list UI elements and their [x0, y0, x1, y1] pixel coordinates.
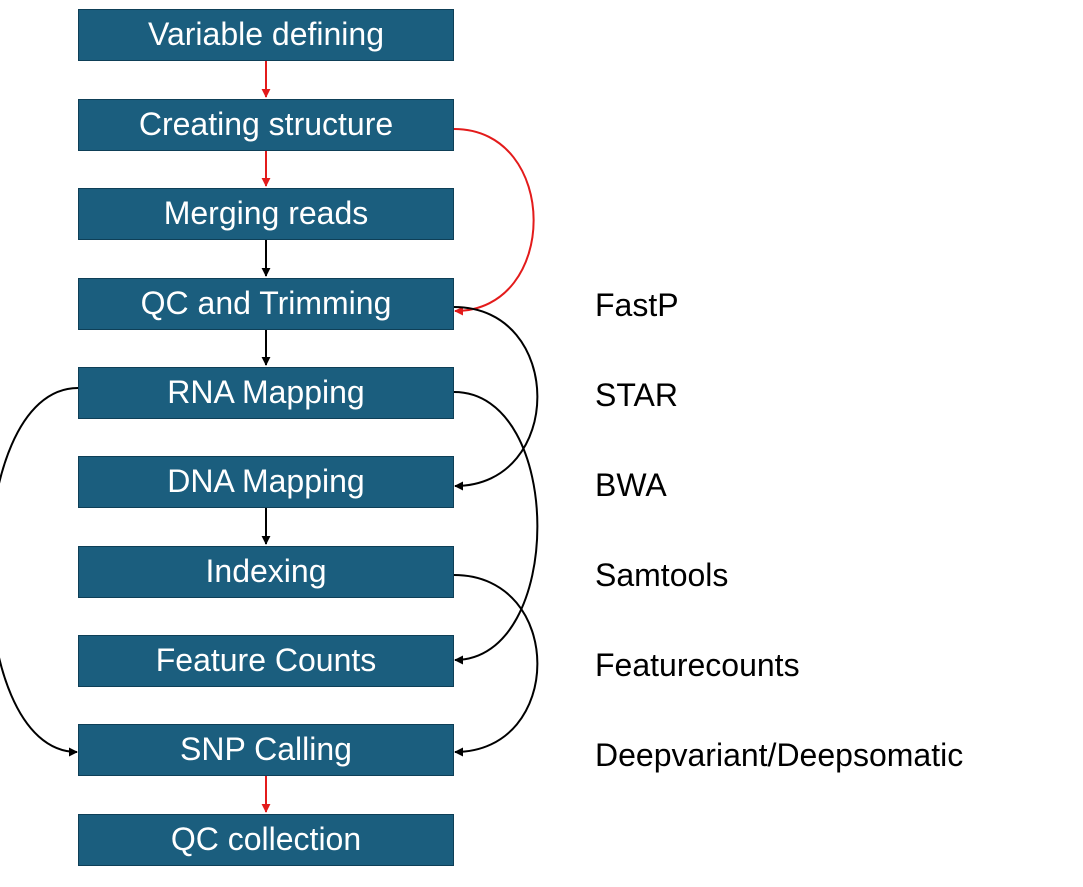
tool-label-featurecounts: Featurecounts	[595, 647, 800, 683]
arrow-qc-to-dna-mapping	[453, 306, 539, 491]
tool-label-star: STAR	[595, 377, 678, 413]
step-dna-mapping[interactable]: DNA Mapping	[78, 456, 454, 508]
step-snp-calling[interactable]: SNP Calling	[78, 724, 454, 776]
tool-label-deepvariant: Deepvariant/Deepsomatic	[595, 737, 964, 773]
tool-label-samtools: Samtools	[595, 557, 729, 593]
step-variable-defining[interactable]: Variable defining	[78, 9, 454, 61]
arrow-rna-to-snp-calling	[0, 387, 79, 757]
step-merging-reads[interactable]: Merging reads	[78, 188, 454, 240]
step-creating-structure[interactable]: Creating structure	[78, 99, 454, 151]
tool-label-bwa: BWA	[595, 467, 667, 503]
step-indexing[interactable]: Indexing	[78, 546, 454, 598]
tool-label-fastp: FastP	[595, 287, 679, 323]
step-feature-counts[interactable]: Feature Counts	[78, 635, 454, 687]
step-qc-collection[interactable]: QC collection	[78, 814, 454, 866]
step-rna-mapping[interactable]: RNA Mapping	[78, 367, 454, 419]
arrow-rna-to-feature-counts	[453, 391, 539, 665]
pipeline-diagram: Variable defining Creating structure Mer…	[0, 0, 1083, 887]
step-qc-and-trimming[interactable]: QC and Trimming	[78, 278, 454, 330]
arrow-structure-to-qc-bypass	[453, 128, 535, 316]
